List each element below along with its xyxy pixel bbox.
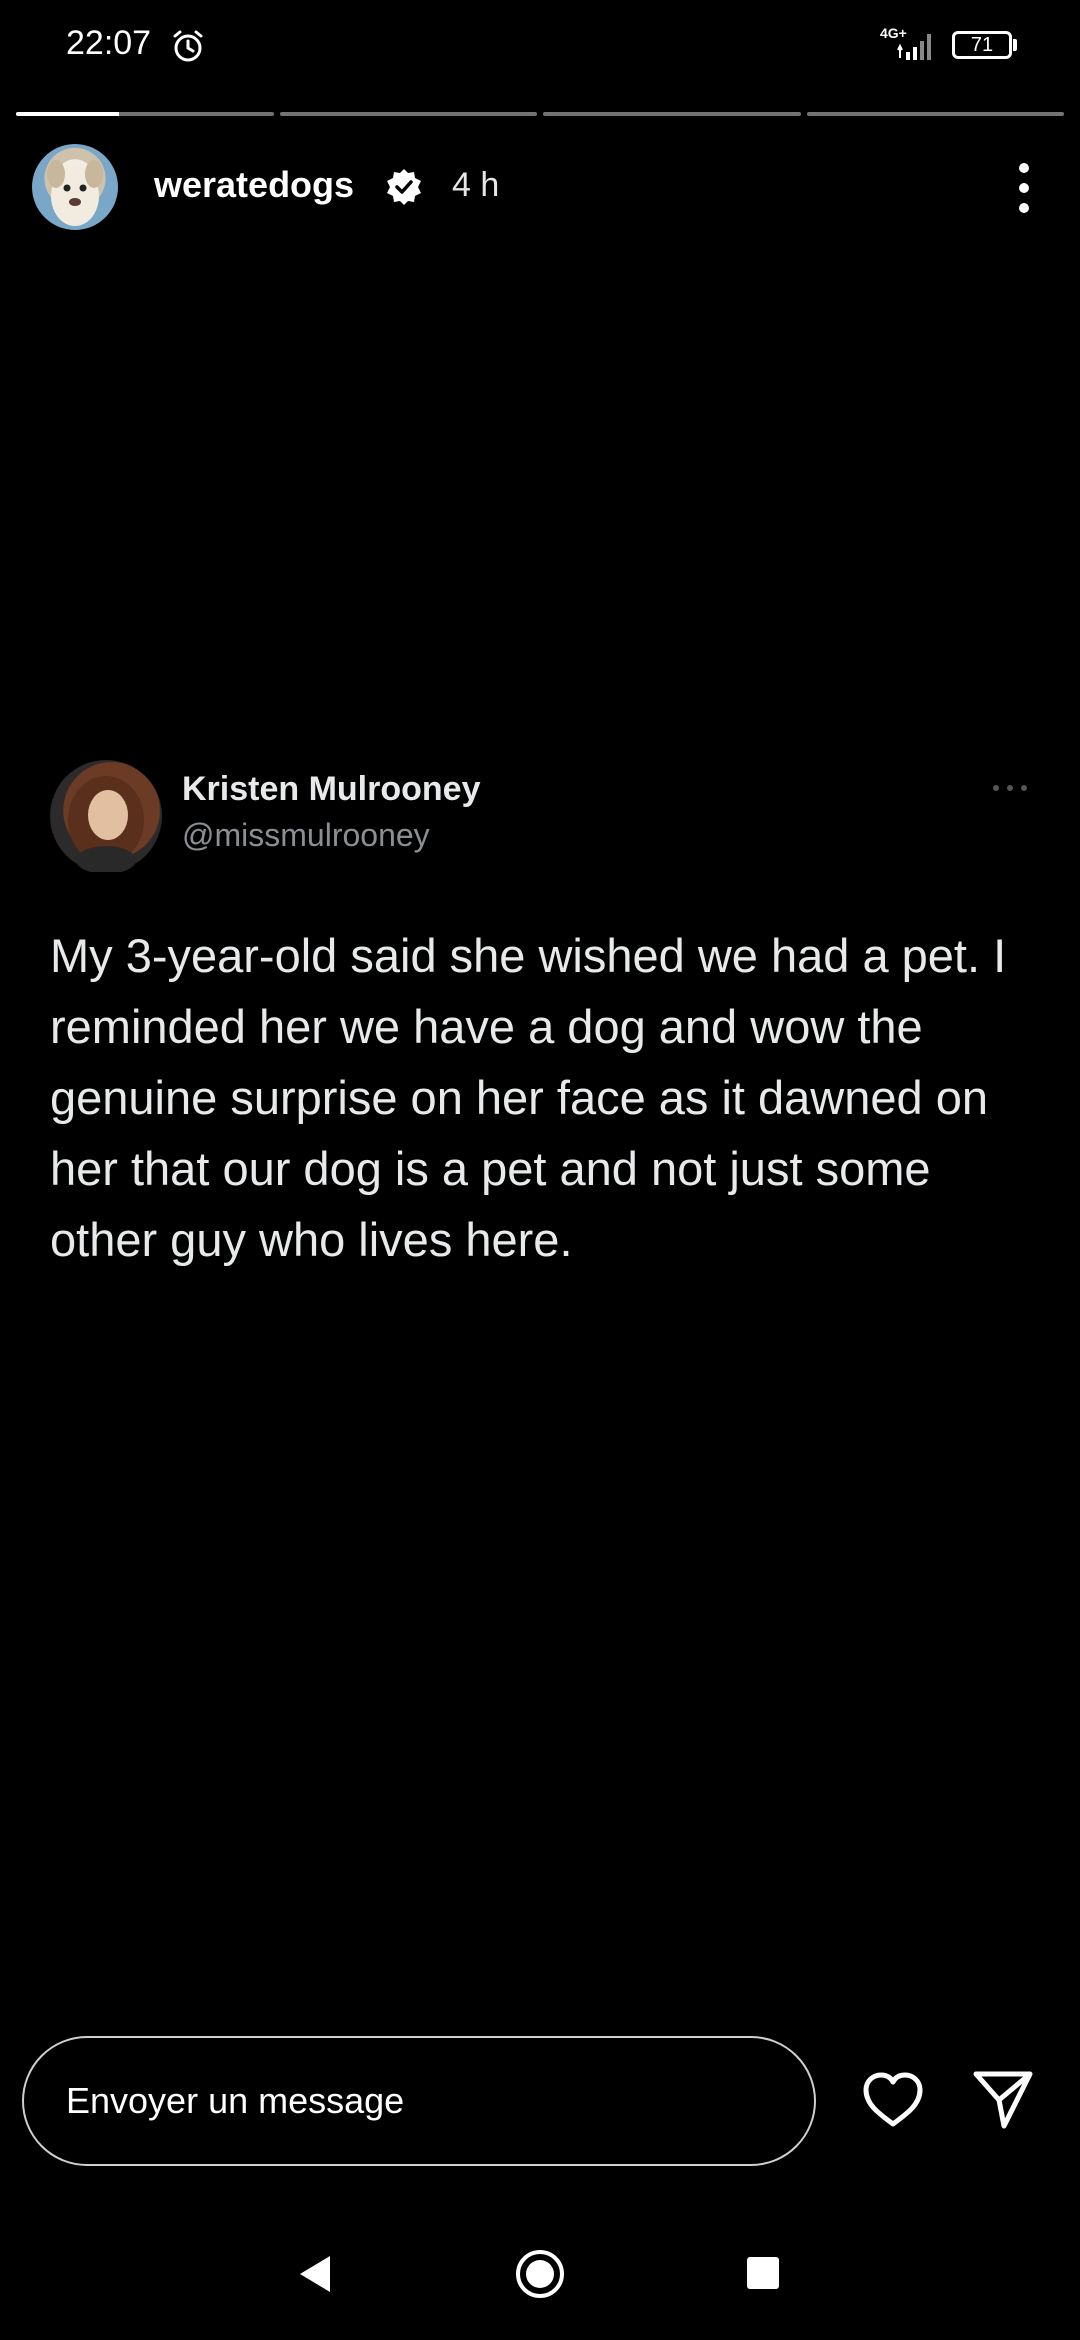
story-progress-segment <box>279 112 537 116</box>
story-progress-segment <box>543 112 801 116</box>
status-bar: 22:07 4G+ 71 <box>0 0 1080 100</box>
verified-icon <box>387 169 421 205</box>
battery-tip <box>1013 39 1017 51</box>
tweet-author-name: Kristen Mulrooney <box>182 770 481 808</box>
more-horizontal-icon <box>993 785 1027 791</box>
heart-icon[interactable] <box>860 2068 926 2134</box>
story-progress <box>16 112 1064 118</box>
battery-indicator: 71 <box>952 31 1012 59</box>
tweet-author-avatar <box>50 760 162 874</box>
more-vertical-icon[interactable] <box>1004 158 1044 218</box>
story-progress-segment <box>806 112 1064 116</box>
nav-home-icon[interactable] <box>514 2248 566 2300</box>
status-time: 22:07 <box>66 24 152 62</box>
message-input[interactable] <box>22 2036 816 2166</box>
tweet-author-handle: @missmulrooney <box>182 817 430 853</box>
story-header: weratedogs 4 h <box>32 142 1048 232</box>
alarm-icon <box>173 30 203 62</box>
story-timestamp: 4 h <box>452 166 500 204</box>
tweet-text: My 3-year-old said she wished we had a p… <box>50 929 1007 1266</box>
story-username[interactable]: weratedogs <box>154 164 354 206</box>
nav-recents-icon[interactable] <box>746 2256 780 2290</box>
story-avatar[interactable] <box>32 144 118 230</box>
story-progress-fill <box>16 112 119 116</box>
send-icon[interactable] <box>970 2066 1036 2132</box>
author-avatar-image <box>68 776 144 874</box>
dog-avatar-image <box>47 160 103 226</box>
nav-back-icon[interactable] <box>296 2254 332 2294</box>
story-progress-segment <box>16 112 274 116</box>
signal-icon <box>897 34 931 60</box>
